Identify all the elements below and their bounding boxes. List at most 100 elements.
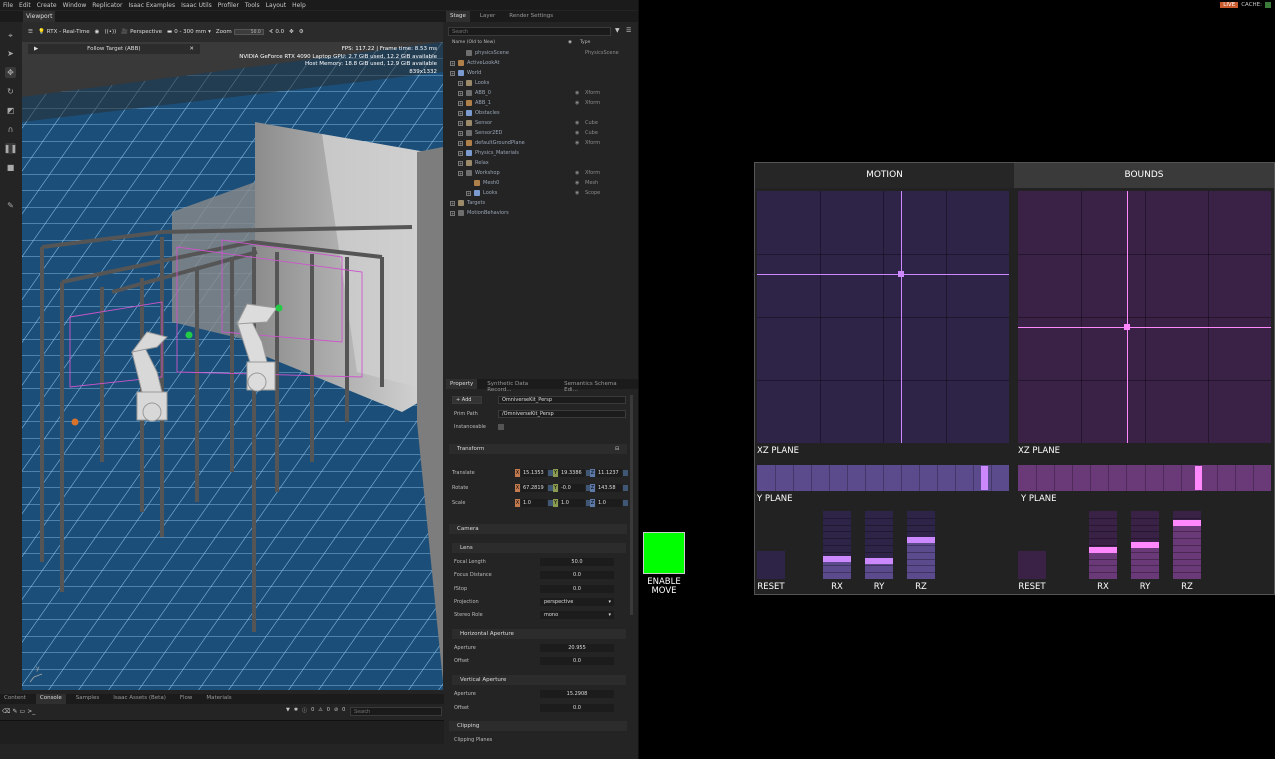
xz-position-handle[interactable] <box>897 271 904 278</box>
enable-move-button[interactable] <box>643 532 685 574</box>
target-green-icon[interactable] <box>185 331 193 339</box>
camera-icon[interactable]: 🎥 <box>121 29 128 35</box>
tab-console[interactable]: Console <box>35 694 66 704</box>
menu-layout[interactable]: Layout <box>263 2 289 9</box>
visibility-eye-icon[interactable]: ◉ <box>575 130 585 136</box>
tab-viewport[interactable]: Viewport <box>23 11 55 22</box>
projection-select[interactable]: perspective ▾ <box>540 598 614 606</box>
gear-icon[interactable]: ⚙ <box>299 29 304 35</box>
stage-row[interactable]: Mesh0 ◉ Mesh <box>448 178 634 188</box>
transform-section[interactable]: Transform <box>449 444 627 454</box>
expand-icon[interactable]: + <box>458 150 463 156</box>
rotate-x-field[interactable]: 67.2819 <box>521 484 547 492</box>
expand-icon[interactable]: + <box>458 100 463 106</box>
instanceable-checkbox[interactable] <box>498 424 504 430</box>
translate-x-field[interactable]: 15.1353 <box>521 469 547 477</box>
focus-distance-field[interactable]: 0.0 <box>540 571 614 579</box>
stage-row[interactable]: + Sensor ◉ Cube <box>448 118 634 128</box>
lens-section[interactable]: Lens <box>452 543 626 553</box>
bounds-xz-plane[interactable] <box>1018 191 1271 443</box>
stage-search-input[interactable] <box>448 27 611 36</box>
stage-row[interactable]: + MotionBehaviors <box>448 208 634 218</box>
prim-name-field[interactable]: OmniverseKit_Persp <box>498 396 626 404</box>
expand-icon[interactable]: + <box>450 200 455 206</box>
expand-icon[interactable]: + <box>458 170 463 176</box>
stop-icon[interactable]: ■ <box>5 162 16 173</box>
tab-stage[interactable]: Stage <box>446 11 470 22</box>
tab-samples[interactable]: Samples <box>72 694 104 704</box>
stage-row[interactable]: + ABB_1 ◉ Xform <box>448 98 634 108</box>
move-icon[interactable]: ✥ <box>5 67 16 78</box>
menu-replicator[interactable]: Replicator <box>89 2 125 9</box>
expand-icon[interactable]: + <box>450 60 455 66</box>
stage-row[interactable]: + Obstacles <box>448 108 634 118</box>
rotation-bar-handle[interactable] <box>823 555 851 562</box>
clear-icon[interactable]: ⌫ <box>2 708 10 715</box>
menu-edit[interactable]: Edit <box>16 2 34 9</box>
stage-row[interactable]: + Looks ◉ Scope <box>448 188 634 198</box>
tab-content[interactable]: Content <box>0 694 30 704</box>
add-button[interactable]: + Add <box>452 396 482 404</box>
translate-z-field[interactable]: 11.1237 <box>596 469 622 477</box>
tab-bounds[interactable]: BOUNDS <box>1014 163 1274 188</box>
y-slider-handle[interactable] <box>1194 466 1202 490</box>
menu-window[interactable]: Window <box>60 2 90 9</box>
rotate-z-field[interactable]: 143.58 <box>596 484 622 492</box>
viewport-3d[interactable]: y <box>22 42 443 690</box>
tab-flow[interactable]: Flow <box>176 694 197 704</box>
expand-icon[interactable]: + <box>458 90 463 96</box>
chevron-down-icon[interactable]: ▾ <box>208 29 211 35</box>
stage-row[interactable]: + Targets <box>448 198 634 208</box>
scale-y-field[interactable]: 1.0 <box>559 499 585 507</box>
tab-isaac-assets[interactable]: Isaac Assets (Beta) <box>109 694 170 704</box>
angle-icon[interactable]: ∢ <box>269 29 274 35</box>
target-green-icon-2[interactable] <box>275 304 283 312</box>
stage-row[interactable]: + World <box>448 68 634 78</box>
expand-icon[interactable]: + <box>466 190 471 196</box>
expand-icon[interactable]: + <box>458 140 463 146</box>
camera-dropdown[interactable]: Perspective <box>130 29 162 35</box>
visibility-eye-icon[interactable]: ◉ <box>575 100 585 106</box>
rotation-bar-ry[interactable] <box>1131 511 1159 579</box>
v-offset-field[interactable]: 0.0 <box>540 704 614 712</box>
property-scrollbar[interactable] <box>630 395 633 615</box>
scale-icon[interactable]: ◩ <box>5 105 16 116</box>
rotation-bar-rz[interactable] <box>907 511 935 579</box>
visibility-eye-icon[interactable]: ◉ <box>575 90 585 96</box>
menu-tools[interactable]: Tools <box>242 2 263 9</box>
visibility-eye-icon[interactable]: ◉ <box>575 140 585 146</box>
light-bulb-icon[interactable]: 💡 <box>38 29 45 35</box>
console-search-input[interactable] <box>350 707 442 716</box>
snap-icon[interactable]: ∩ <box>5 124 16 135</box>
stage-row[interactable]: + ABB_0 ◉ Xform <box>448 88 634 98</box>
prim-path-field[interactable]: /OmniverseKit_Persp <box>498 410 626 418</box>
pointer-icon[interactable]: ➤ <box>5 48 16 59</box>
rotation-bar-rx[interactable] <box>823 511 851 579</box>
live-badge[interactable]: LIVE <box>1220 2 1239 8</box>
expand-icon[interactable]: + <box>450 70 455 76</box>
tab-semantics-schema[interactable]: Semantics Schema Edi... <box>560 379 632 393</box>
target-orange-icon[interactable] <box>71 418 79 426</box>
select-icon[interactable]: ⌖ <box>5 30 16 41</box>
visibility-eye-icon[interactable]: ◉ <box>575 190 585 196</box>
warning-icon[interactable]: ⚠ <box>318 707 322 714</box>
rotate-icon[interactable]: ↻ <box>5 86 16 97</box>
translate-y-field[interactable]: 19.3386 <box>559 469 585 477</box>
rotate-y-field[interactable]: -0.0 <box>559 484 585 492</box>
prompt-icon[interactable]: >_ <box>27 708 35 715</box>
transform-icon[interactable]: ✥ <box>289 29 294 35</box>
filter-icon[interactable]: ▼ <box>286 707 290 714</box>
tab-render-settings[interactable]: Render Settings <box>505 11 557 22</box>
scale-x-field[interactable]: 1.0 <box>521 499 547 507</box>
expand-icon[interactable]: + <box>458 110 463 116</box>
motion-reset-button[interactable] <box>757 551 785 579</box>
clipping-section[interactable]: Clipping <box>449 721 627 731</box>
expand-icon[interactable]: + <box>458 160 463 166</box>
stage-row[interactable]: physicsScene PhysicsScene <box>448 48 634 58</box>
translate-z-keyframe-icon[interactable] <box>623 470 628 476</box>
stage-row[interactable]: + Physics_Materials <box>448 148 634 158</box>
menu-isaac-examples[interactable]: Isaac Examples <box>125 2 178 9</box>
menu-file[interactable]: File <box>0 2 16 9</box>
visibility-eye-icon[interactable]: ◉ <box>575 180 585 186</box>
y-slider-handle[interactable] <box>980 466 988 490</box>
